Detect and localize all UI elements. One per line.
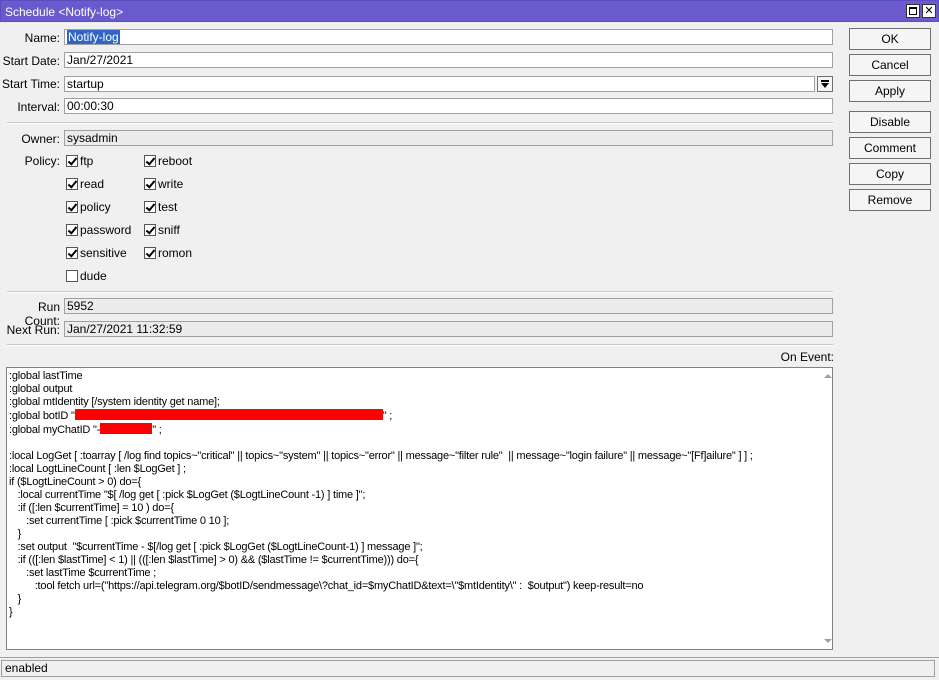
dropdown-arrow-icon[interactable] (817, 76, 833, 92)
ok-button[interactable]: OK (849, 28, 931, 50)
on-event-label: On Event: (780, 350, 834, 364)
remove-button[interactable]: Remove (849, 189, 931, 211)
policy-romon-label: romon (158, 246, 193, 260)
checkbox-dude[interactable] (66, 270, 78, 282)
maximize-icon[interactable] (906, 4, 920, 18)
checkbox-romon[interactable] (144, 247, 156, 259)
start-time-label: Start Time: (1, 77, 60, 91)
window-title: Schedule <Notify-log> (5, 5, 124, 19)
name-value: Notify-log (67, 30, 120, 44)
start-date-field[interactable]: Jan/27/2021 (64, 52, 833, 68)
checkbox-sensitive[interactable] (66, 247, 78, 259)
close-icon[interactable]: ✕ (922, 4, 936, 18)
copy-button[interactable]: Copy (849, 163, 931, 185)
redacted-chat-id (100, 423, 153, 434)
policy-ftp-label: ftp (80, 154, 94, 168)
start-time-field[interactable]: startup (64, 76, 815, 92)
checkbox-reboot[interactable] (144, 155, 156, 167)
policy-write-label: write (158, 177, 184, 191)
next-run-field: Jan/27/2021 11:32:59 (64, 321, 833, 337)
policy-password-label: password (80, 223, 132, 237)
policy-sniff-label: sniff (158, 223, 180, 237)
policy-policy-label: policy (80, 200, 111, 214)
checkbox-test[interactable] (144, 201, 156, 213)
checkbox-ftp[interactable] (66, 155, 78, 167)
apply-button[interactable]: Apply (849, 80, 931, 102)
title-bar: Schedule <Notify-log> ✕ (0, 0, 939, 22)
redacted-bot-id (74, 409, 383, 420)
checkbox-sniff[interactable] (144, 224, 156, 236)
policy-test-label: test (158, 200, 178, 214)
name-label: Name: (24, 31, 60, 45)
owner-field: sysadmin (64, 130, 833, 146)
status-bar: enabled (0, 657, 939, 680)
next-run-label: Next Run: (6, 323, 60, 337)
policy-dude-label: dude (80, 269, 107, 283)
scroll-up-icon[interactable] (824, 374, 832, 378)
policy-read-label: read (80, 177, 105, 191)
owner-label: Owner: (21, 132, 60, 146)
interval-field[interactable]: 00:00:30 (64, 98, 833, 114)
checkbox-read[interactable] (66, 178, 78, 190)
policy-label: Policy: (24, 154, 60, 168)
policy-sensitive-label: sensitive (80, 246, 127, 260)
checkbox-password[interactable] (66, 224, 78, 236)
policy-reboot-label: reboot (158, 154, 193, 168)
interval-label: Interval: (17, 100, 60, 114)
run-count-field: 5952 (64, 298, 833, 314)
scroll-down-icon[interactable] (824, 639, 832, 643)
status-text: enabled (1, 660, 935, 677)
script-scrollbar[interactable] (822, 369, 832, 648)
divider (7, 291, 833, 293)
script-text: :global lastTime :global output :global … (9, 370, 753, 618)
disable-button[interactable]: Disable (849, 111, 931, 133)
divider (7, 344, 833, 346)
on-event-script-editor[interactable]: :global lastTime :global output :global … (6, 367, 833, 650)
start-date-label: Start Date: (2, 54, 60, 68)
divider (7, 122, 833, 124)
name-field[interactable]: Notify-log (64, 29, 833, 45)
cancel-button[interactable]: Cancel (849, 54, 931, 76)
comment-button[interactable]: Comment (849, 137, 931, 159)
checkbox-write[interactable] (144, 178, 156, 190)
checkbox-policy[interactable] (66, 201, 78, 213)
